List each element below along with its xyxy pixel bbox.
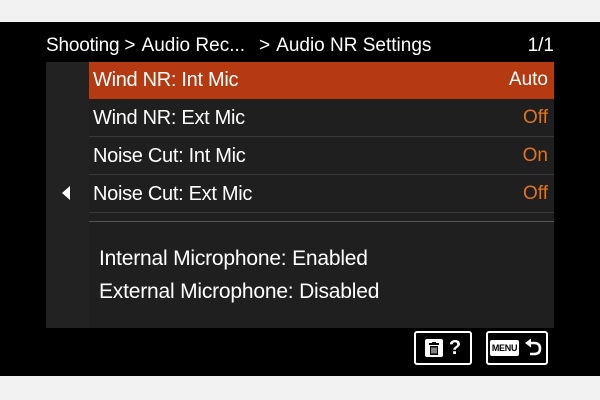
breadcrumb-separator-icon: >	[124, 35, 136, 56]
trash-icon	[424, 339, 443, 357]
header-breadcrumb: Shooting > Audio Rec... > Audio NR Setti…	[46, 32, 554, 60]
menu-item-wind-nr-int-mic[interactable]: Wind NR: Int Mic Auto	[89, 62, 554, 99]
back-triangle-icon[interactable]	[62, 186, 70, 200]
help-icon: ?	[448, 336, 462, 359]
menu-item-noise-cut-ext-mic[interactable]: Noise Cut: Ext Mic Off	[89, 176, 554, 213]
breadcrumb-audio-rec: Audio Rec...	[141, 35, 246, 56]
page-title: Audio NR Settings	[276, 35, 432, 56]
menu-back-button[interactable]: MENU	[486, 331, 548, 365]
left-nav-column	[46, 62, 89, 328]
breadcrumb-shooting: Shooting	[46, 35, 120, 56]
info-external-mic: External Microphone: Disabled	[99, 280, 380, 303]
info-box: Internal Microphone: Enabled External Mi…	[99, 242, 379, 308]
menu-item-value: Off	[523, 183, 548, 204]
menu-item-label: Noise Cut: Ext Mic	[93, 182, 253, 205]
settings-panel: Wind NR: Int Mic Auto Wind NR: Ext Mic O…	[89, 62, 554, 328]
page-indicator: 1/1	[527, 35, 554, 56]
menu-item-label: Wind NR: Ext Mic	[93, 106, 245, 129]
delete-help-button[interactable]: ?	[414, 331, 472, 365]
divider	[89, 221, 554, 222]
breadcrumb-separator-icon: >	[259, 35, 271, 56]
menu-icon: MENU	[489, 340, 520, 356]
menu-item-noise-cut-int-mic[interactable]: Noise Cut: Int Mic On	[89, 138, 554, 175]
menu-item-value: Auto	[508, 69, 548, 90]
menu-item-wind-nr-ext-mic[interactable]: Wind NR: Ext Mic Off	[89, 100, 554, 137]
info-internal-mic: Internal Microphone: Enabled	[99, 247, 368, 270]
menu-item-label: Wind NR: Int Mic	[93, 68, 239, 91]
return-arrow-icon	[525, 338, 542, 356]
menu-item-value: On	[522, 145, 548, 166]
menu-item-value: Off	[523, 107, 548, 128]
camera-screen: Shooting > Audio Rec... > Audio NR Setti…	[0, 22, 600, 376]
menu-item-label: Noise Cut: Int Mic	[93, 144, 246, 167]
